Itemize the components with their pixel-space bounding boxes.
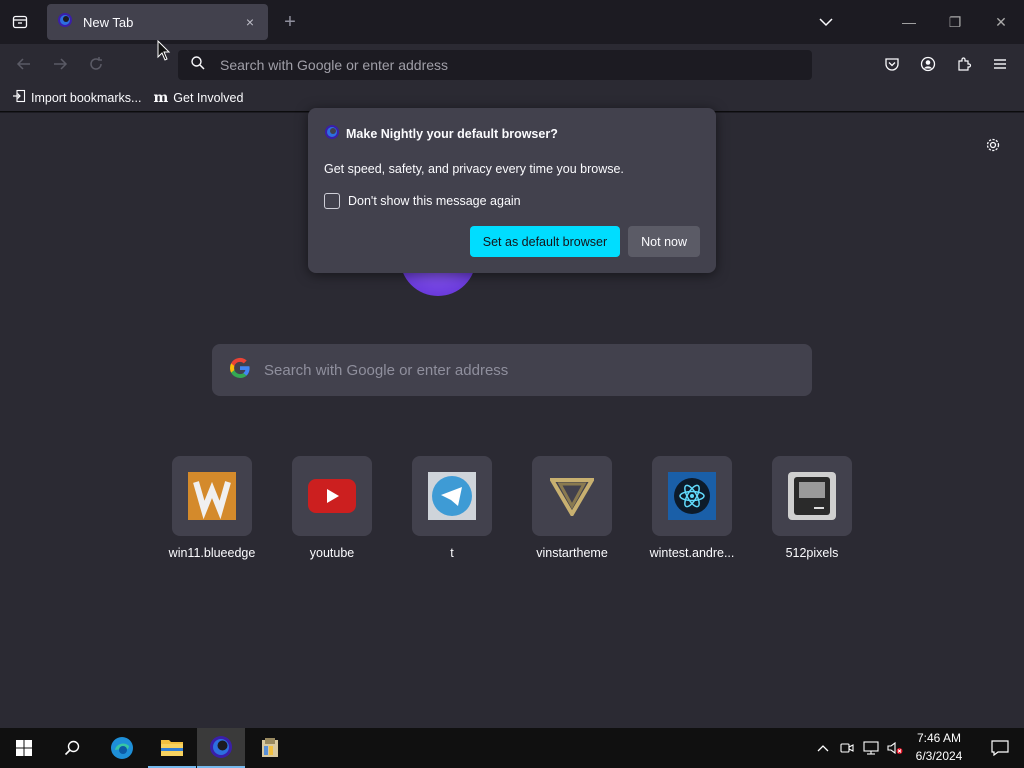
url-bar-placeholder: Search with Google or enter address <box>220 57 449 73</box>
back-icon[interactable] <box>10 50 38 78</box>
url-bar[interactable]: Search with Google or enter address <box>178 50 812 80</box>
top-site-youtube[interactable]: youtube <box>272 456 392 560</box>
top-site-tile <box>172 456 252 536</box>
tab-close-button[interactable]: × <box>240 14 260 30</box>
firefox-nightly-taskbar-icon[interactable] <box>197 728 245 768</box>
content-search-input[interactable]: Search with Google or enter address <box>212 344 812 396</box>
minimize-button[interactable]: — <box>886 8 932 36</box>
youtube-icon <box>308 479 356 513</box>
telegram-icon <box>428 472 476 520</box>
search-icon[interactable] <box>48 728 96 768</box>
clock-time[interactable]: 7:46 AM <box>910 731 968 745</box>
close-window-button[interactable]: ✕ <box>978 8 1024 36</box>
start-icon[interactable] <box>0 728 48 768</box>
top-site-name: vinstartheme <box>536 546 608 560</box>
app-icon[interactable] <box>246 728 294 768</box>
not-now-button[interactable]: Not now <box>628 226 700 257</box>
google-icon <box>228 356 252 385</box>
clock-date[interactable]: 6/3/2024 <box>910 749 968 763</box>
top-site-512pixels[interactable]: 512pixels <box>752 456 872 560</box>
top-site-tile <box>532 456 612 536</box>
dont-show-again-checkbox[interactable]: Don't show this message again <box>324 193 700 209</box>
top-site-tile <box>292 456 372 536</box>
mdn-icon: m <box>153 89 169 106</box>
notifications-icon[interactable] <box>976 728 1024 768</box>
windows-taskbar: 7:46 AM 6/3/2024 <box>0 728 1024 768</box>
edge-icon[interactable] <box>98 728 146 768</box>
dialog-message: Get speed, safety, and privacy every tim… <box>324 162 624 176</box>
top-site-tile <box>412 456 492 536</box>
top-site-tile <box>652 456 732 536</box>
top-site-name: win11.blueedge <box>168 546 256 560</box>
nightly-icon <box>324 124 340 143</box>
account-icon[interactable] <box>914 50 942 78</box>
volume-muted-icon[interactable] <box>884 728 906 768</box>
top-site-win11-blueedge[interactable]: win11.blueedge <box>152 456 272 560</box>
win11-blueedge-icon <box>188 472 236 520</box>
meet-now-icon[interactable] <box>836 728 858 768</box>
checkbox-label[interactable]: Don't show this message again <box>348 194 521 208</box>
top-site-tile <box>772 456 852 536</box>
vinstartheme-icon <box>550 478 594 516</box>
firefox-view-icon[interactable] <box>8 10 32 34</box>
extensions-icon[interactable] <box>950 50 978 78</box>
default-browser-dialog: Make Nightly your default browser? Get s… <box>308 108 716 273</box>
tab-new-tab[interactable]: New Tab × <box>47 4 268 40</box>
dialog-title: Make Nightly your default browser? <box>346 126 558 141</box>
top-site-wintest[interactable]: wintest.andre... <box>632 456 752 560</box>
react-icon <box>668 472 716 520</box>
top-site-t[interactable]: t <box>392 456 512 560</box>
top-site-name: youtube <box>309 546 355 560</box>
bookmark-label: Get Involved <box>173 90 244 105</box>
top-site-vinstartheme[interactable]: vinstartheme <box>512 456 632 560</box>
set-default-browser-button[interactable]: Set as default browser <box>469 226 621 257</box>
mouse-cursor-icon <box>157 39 171 67</box>
list-all-tabs-icon[interactable] <box>814 10 838 34</box>
chevron-up-icon[interactable] <box>812 728 834 768</box>
network-icon[interactable] <box>860 728 882 768</box>
bookmark-get-involved[interactable]: m Get Involved <box>153 90 243 106</box>
forward-icon[interactable] <box>46 50 74 78</box>
top-site-name: 512pixels <box>785 546 839 560</box>
search-icon <box>190 55 206 76</box>
top-site-name: t <box>450 546 454 560</box>
content-search-placeholder: Search with Google or enter address <box>264 361 509 379</box>
bookmark-label: Import bookmarks... <box>31 90 142 105</box>
pocket-icon[interactable] <box>878 50 906 78</box>
file-explorer-icon[interactable] <box>148 728 196 768</box>
512pixels-icon <box>788 472 836 520</box>
reload-icon[interactable] <box>82 50 110 78</box>
tab-title: New Tab <box>83 14 134 30</box>
checkbox-box[interactable] <box>324 193 340 209</box>
top-site-name: wintest.andre... <box>649 546 735 560</box>
bookmark-import[interactable]: Import bookmarks... <box>12 89 141 106</box>
nightly-icon <box>57 12 73 33</box>
import-icon <box>12 89 26 106</box>
gear-icon[interactable] <box>982 134 1004 156</box>
new-tab-button[interactable]: + <box>278 10 302 34</box>
restore-button[interactable]: ❐ <box>932 8 978 36</box>
menu-icon[interactable] <box>986 50 1014 78</box>
